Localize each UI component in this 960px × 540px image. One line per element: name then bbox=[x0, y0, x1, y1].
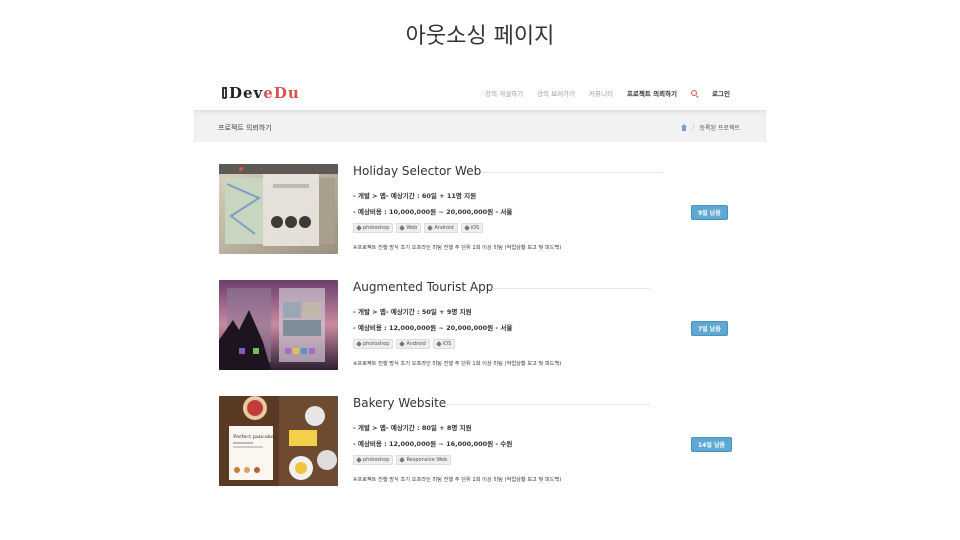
slide-title: 아웃소싱 페이지 bbox=[405, 24, 555, 49]
tag-icon bbox=[463, 225, 470, 231]
project-thumbnail[interactable] bbox=[219, 280, 338, 370]
breadcrumb-separator: / bbox=[692, 124, 695, 131]
tag-icon bbox=[356, 341, 362, 347]
project-thumbnail[interactable]: Perfect pancakes bbox=[219, 396, 338, 486]
days-left-badge: 9일 남음 bbox=[691, 205, 728, 220]
nav-item-community[interactable]: 커뮤니티 bbox=[589, 88, 613, 98]
tag-icon bbox=[399, 341, 406, 347]
tag-label: photoshop bbox=[363, 225, 390, 231]
project-item: Perfect pancakes Bakery Website - 개발 > 앱… bbox=[194, 396, 766, 496]
tag[interactable]: iOS bbox=[432, 339, 456, 349]
project-period: - 개발 > 앱- 예상기간 : 80일 + 8명 지원 bbox=[353, 424, 472, 432]
project-note: ※프로젝트 진행 방식 초기 오프라인 미팅 진행 주 단위 1회 이상 미팅 … bbox=[353, 361, 562, 367]
tag[interactable]: photoshop bbox=[353, 339, 394, 349]
logo-text-dev: Dev bbox=[229, 84, 264, 102]
project-item: Holiday Selector Web - 개발 > 앱- 예상기간 : 60… bbox=[194, 164, 766, 264]
project-period: - 개발 > 앱- 예상기간 : 50일 + 9명 지원 bbox=[353, 308, 472, 316]
tag-label: Responsive Web bbox=[406, 457, 448, 463]
project-item: Augmented Tourist App - 개발 > 앱- 예상기간 : 5… bbox=[194, 280, 766, 380]
tag-icon bbox=[356, 457, 362, 463]
tag-list: photoshop Responsive Web bbox=[353, 455, 452, 465]
project-title[interactable]: Holiday Selector Web bbox=[353, 164, 481, 178]
tag-label: photoshop bbox=[363, 457, 390, 463]
tag-list: photoshop Web Android iOS bbox=[353, 223, 484, 233]
tag[interactable]: Android bbox=[424, 223, 458, 233]
title-divider bbox=[446, 404, 650, 405]
nav-item-open-lecture[interactable]: 강의 개설하기 bbox=[485, 88, 523, 98]
tag[interactable]: photoshop bbox=[353, 455, 394, 465]
tag-icon bbox=[399, 457, 406, 463]
breadcrumb: / 등록된 프로젝트 bbox=[681, 123, 740, 132]
home-icon[interactable] bbox=[681, 123, 688, 131]
project-note: ※프로젝트 진행 방식 초기 오프라인 미팅 진행 주 단위 1회 이상 미팅 … bbox=[353, 245, 562, 251]
tag-icon bbox=[399, 225, 406, 231]
project-title[interactable]: Augmented Tourist App bbox=[353, 280, 493, 294]
project-period: - 개발 > 앱- 예상기간 : 60일 + 11명 지원 bbox=[353, 192, 477, 200]
page-title: 프로젝트 의뢰하기 bbox=[218, 124, 272, 132]
tag[interactable]: Android bbox=[396, 339, 430, 349]
tag-label: Android bbox=[434, 225, 454, 231]
navbar: DeveDu 강의 개설하기 강의 보러가기 커뮤니티 프로젝트 의뢰하기 로그… bbox=[194, 74, 766, 110]
tag-label: Web bbox=[406, 225, 418, 231]
search-icon[interactable] bbox=[691, 89, 698, 97]
logo-icon bbox=[222, 87, 227, 99]
project-budget: - 예상비용 : 12,000,000원 ~ 20,000,000원 - 서울 bbox=[353, 324, 513, 332]
tag[interactable]: photoshop bbox=[353, 223, 394, 233]
thumb-caption: Perfect pancakes bbox=[233, 434, 277, 440]
tag-label: iOS bbox=[442, 341, 452, 347]
breadcrumb-current: 등록된 프로젝트 bbox=[699, 125, 740, 132]
tag[interactable]: Web bbox=[396, 223, 422, 233]
project-budget: - 예상비용 : 12,000,000원 ~ 16,000,000원 - 수원 bbox=[353, 440, 513, 448]
days-left-badge: 7일 남음 bbox=[691, 321, 728, 336]
logo-text-edu: eDu bbox=[263, 84, 300, 102]
main-nav: 강의 개설하기 강의 보러가기 커뮤니티 프로젝트 의뢰하기 로그인 bbox=[485, 88, 730, 98]
tag-label: iOS bbox=[470, 225, 480, 231]
title-divider bbox=[481, 172, 663, 173]
project-thumbnail[interactable] bbox=[219, 164, 338, 254]
tag-label: Android bbox=[406, 341, 426, 347]
nav-item-watch-lecture[interactable]: 강의 보러가기 bbox=[537, 88, 575, 98]
tag[interactable]: Responsive Web bbox=[396, 455, 452, 465]
project-title[interactable]: Bakery Website bbox=[353, 396, 446, 410]
project-note: ※프로젝트 진행 방식 초기 오프라인 미팅 진행 주 단위 1회 이상 미팅 … bbox=[353, 477, 562, 483]
login-link[interactable]: 로그인 bbox=[712, 88, 730, 98]
nav-item-request-project[interactable]: 프로젝트 의뢰하기 bbox=[627, 88, 677, 98]
project-budget: - 예상비용 : 10,000,000원 ~ 20,000,000원 - 서울 bbox=[353, 208, 513, 216]
tag-icon bbox=[427, 225, 434, 231]
tag-icon bbox=[435, 341, 442, 347]
tag-label: photoshop bbox=[363, 341, 390, 347]
title-divider bbox=[492, 288, 650, 289]
website-mockup: DeveDu 강의 개설하기 강의 보러가기 커뮤니티 프로젝트 의뢰하기 로그… bbox=[194, 74, 766, 504]
tag-icon bbox=[356, 225, 362, 231]
logo[interactable]: DeveDu bbox=[222, 84, 300, 102]
tag[interactable]: iOS bbox=[460, 223, 484, 233]
tag-list: photoshop Android iOS bbox=[353, 339, 456, 349]
page-header-bar: 프로젝트 의뢰하기 / 등록된 프로젝트 bbox=[194, 110, 766, 142]
days-left-badge: 14일 남음 bbox=[691, 437, 732, 452]
